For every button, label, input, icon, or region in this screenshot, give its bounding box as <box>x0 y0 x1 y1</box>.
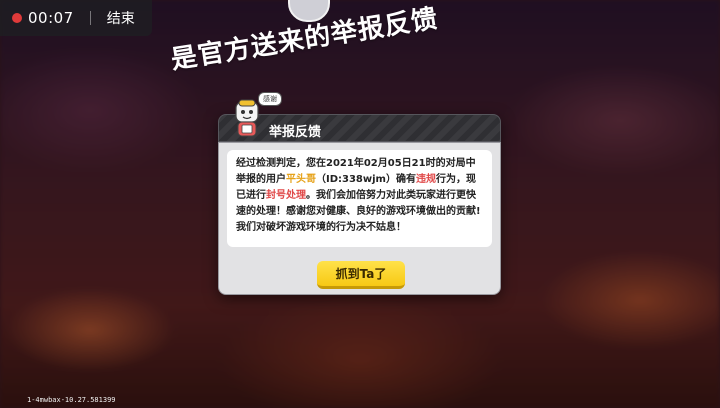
reported-player-name: 平头哥 <box>286 174 316 185</box>
build-watermark: 1-4mwbax-10.27.581399 <box>27 396 116 404</box>
recording-timer: 00:07 <box>28 9 74 27</box>
divider <box>89 11 91 25</box>
end-recording-button[interactable]: 结束 <box>107 8 135 28</box>
recording-dot-icon <box>12 13 22 23</box>
screen-recorder-bar: 00:07 结束 <box>0 0 152 36</box>
confirm-button[interactable]: 抓到Ta了 <box>317 261 405 289</box>
dialog-body: 经过检测判定，您在2021年02月05日21时的对局中举报的用户平头哥（ID:3… <box>218 142 501 295</box>
penalty-label: 封号处理 <box>266 190 306 201</box>
thanks-bubble: 感谢 <box>258 92 282 106</box>
report-feedback-dialog: 举报反馈 感谢 经过检测判定，您在2021年02月05日21时的对局中举报的用户… <box>218 92 501 295</box>
dialog-title: 举报反馈 <box>269 125 322 140</box>
violation-label: 违规 <box>415 174 436 185</box>
message-text: （ID:338wjm）确有 <box>316 174 416 185</box>
feedback-message: 经过检测判定，您在2021年02月05日21时的对局中举报的用户平头哥（ID:3… <box>227 150 492 247</box>
